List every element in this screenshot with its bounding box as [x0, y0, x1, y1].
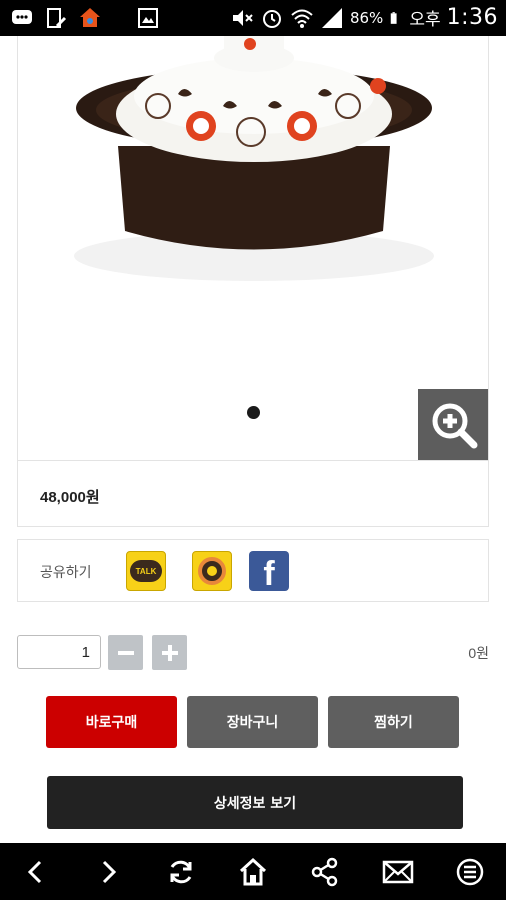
kakaostory-icon	[198, 557, 226, 585]
menu-icon	[456, 858, 484, 885]
minus-icon	[117, 650, 134, 655]
share-section: 공유하기 TALK f	[17, 539, 489, 602]
menu-button[interactable]	[446, 848, 494, 896]
wifi-icon	[291, 9, 313, 28]
ampm-label: 오후	[409, 10, 441, 30]
share-label: 공유하기	[40, 565, 92, 581]
quantity-decrease-button[interactable]	[108, 635, 143, 670]
battery-percent: 86%	[349, 8, 384, 27]
refresh-icon	[170, 860, 192, 883]
home-icon	[239, 857, 266, 885]
signal-icon	[321, 7, 342, 28]
system-icons: 86% 오후 1:36	[230, 5, 498, 30]
notification-icons	[10, 6, 160, 30]
document-edit-icon	[47, 8, 67, 28]
chevron-left-icon	[28, 860, 42, 883]
wishlist-button[interactable]: 찜하기	[328, 696, 459, 748]
add-to-cart-button[interactable]: 장바구니	[187, 696, 318, 748]
kakaotalk-icon: TALK	[130, 560, 162, 582]
kakaotalk-share-button[interactable]: TALK	[126, 551, 166, 591]
product-image-card	[17, 36, 489, 461]
product-detail-page: 86% 오후 1:36 48,000원 공유하기 TALK f 1 0원 바로구…	[0, 0, 506, 900]
alarm-icon	[262, 9, 281, 28]
carousel-dot[interactable]	[247, 406, 260, 419]
chevron-right-icon	[103, 860, 117, 883]
kakaostory-share-button[interactable]	[192, 551, 232, 591]
quantity-increase-button[interactable]	[152, 635, 187, 670]
buy-now-button[interactable]: 바로구매	[46, 696, 177, 748]
chat-notification-icon	[12, 10, 32, 24]
mail-icon	[382, 860, 413, 883]
share-button[interactable]	[301, 848, 349, 896]
share-icon	[312, 857, 338, 886]
browser-navbar	[0, 843, 506, 900]
facebook-icon: f	[263, 555, 275, 591]
status-bar: 86% 오후 1:36	[0, 0, 506, 36]
battery-icon	[391, 11, 397, 24]
app-notification-icon	[80, 8, 100, 27]
view-details-button[interactable]: 상세정보 보기	[47, 776, 463, 829]
zoom-button[interactable]	[418, 389, 488, 460]
plus-icon	[161, 644, 178, 661]
facebook-share-button[interactable]: f	[249, 551, 289, 591]
quantity-input[interactable]	[17, 635, 101, 669]
zoom-in-icon	[432, 403, 477, 448]
gallery-icon	[138, 8, 158, 28]
mute-icon	[232, 9, 253, 26]
refresh-button[interactable]	[157, 848, 205, 896]
product-image[interactable]	[18, 36, 489, 366]
mail-button[interactable]	[374, 848, 422, 896]
product-price: 48,000원	[40, 489, 100, 506]
forward-button[interactable]	[84, 848, 132, 896]
clock: 1:36	[446, 5, 498, 30]
price-section: 48,000원	[17, 461, 489, 527]
home-button[interactable]	[229, 848, 277, 896]
total-price: 0원	[468, 645, 489, 661]
back-button[interactable]	[12, 848, 60, 896]
